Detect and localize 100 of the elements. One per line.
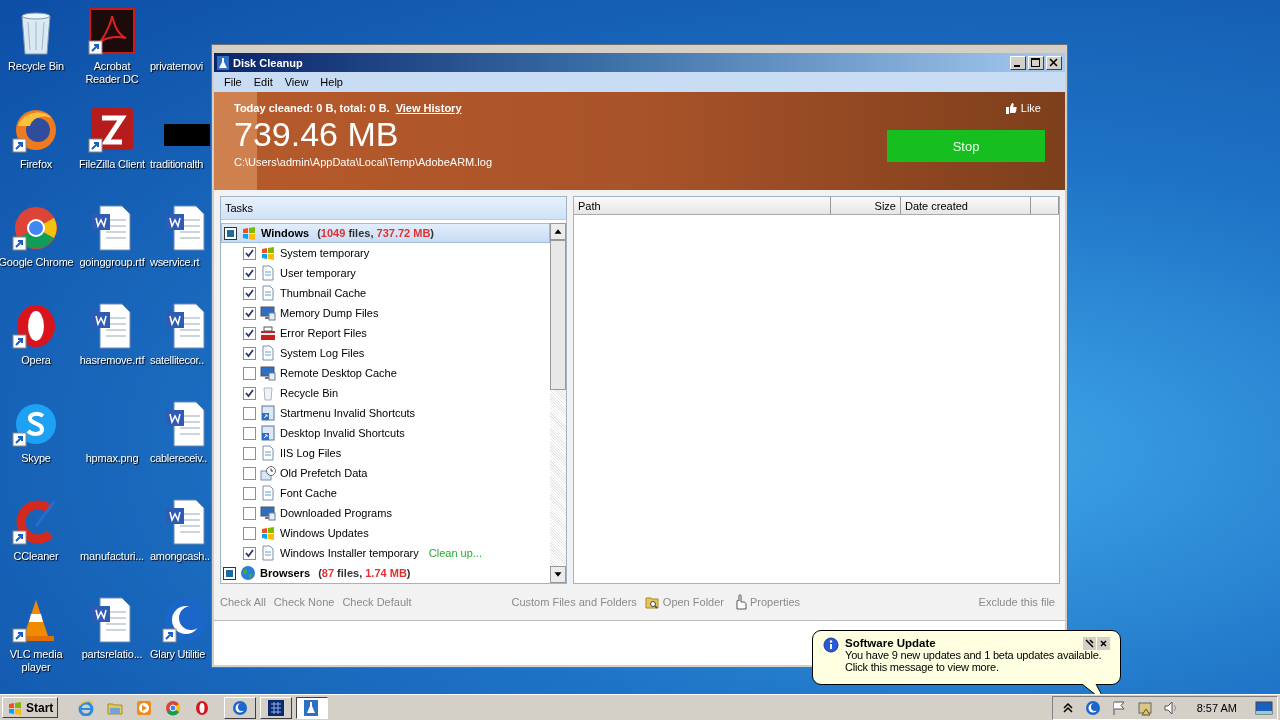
icon-label: Firefox [19,158,53,171]
checkbox[interactable] [243,486,256,500]
close-button[interactable] [1046,55,1062,70]
icon-label: Acrobat Reader DC [84,60,140,86]
like-button[interactable]: Like [1004,102,1045,114]
task-label[interactable]: IIS Log Files [280,447,342,459]
show-desktop-button[interactable] [1255,700,1273,715]
checkbox[interactable] [243,286,256,300]
network-icon[interactable] [1136,699,1153,716]
checkbox[interactable] [243,266,256,280]
checkbox[interactable] [243,466,256,480]
column-header[interactable]: Size [831,197,901,214]
column-header[interactable]: Path [574,197,831,214]
glary-icon[interactable] [162,596,210,644]
scroll-up-button[interactable] [550,223,566,240]
minimize-button[interactable] [1010,55,1026,70]
task-label[interactable]: Windows Updates [280,527,369,539]
task-label[interactable]: System temporary [280,247,370,259]
icon-label: VLC media player [8,648,64,674]
file-icon [260,485,276,501]
checkbox[interactable] [243,366,256,380]
scroll-down-button[interactable] [550,566,566,583]
task-label[interactable]: Desktop Invalid Shortcuts [280,427,405,439]
checkbox[interactable] [243,386,256,400]
task-label[interactable]: Old Prefetch Data [280,467,368,479]
start-button[interactable]: Start [2,697,59,718]
info-icon [823,637,839,653]
task-label[interactable]: Font Cache [280,487,337,499]
view-history-link[interactable]: View History [395,102,462,114]
acrobat-icon[interactable] [88,8,136,56]
icon-label: hpmax.png [85,452,139,465]
menu-item[interactable]: View [278,76,315,88]
icon-label: cablereceiv.. [150,452,208,465]
checkbox[interactable] [243,446,256,460]
checkbox[interactable] [243,326,256,340]
pin-button[interactable] [1083,637,1096,650]
chrome-icon[interactable] [165,699,182,716]
task-label[interactable]: Recycle Bin [280,387,339,399]
filezilla-icon[interactable] [88,106,136,154]
task-label[interactable]: Remote Desktop Cache [280,367,397,379]
balloon-title: Software Update [845,637,936,649]
checkbox[interactable] [243,346,256,360]
checkbox[interactable] [243,546,256,560]
task-label[interactable]: Windows Installer temporary [280,547,419,559]
flask-icon [217,55,229,70]
checkbox[interactable] [243,306,256,320]
task-group-row[interactable]: Browsers (87 files, 1.74 MB) [221,563,550,583]
checkbox[interactable] [224,226,237,240]
notification-balloon[interactable]: Software Update You have 9 new updates and 1 beta updates available. Click this message to view more. [812,630,1121,685]
thumbs-up-icon [1004,102,1017,114]
speaker-icon[interactable] [1162,699,1179,716]
glary-icon[interactable] [1084,699,1101,716]
task-label[interactable]: Downloaded Programs [280,507,392,519]
task-label[interactable]: Thumbnail Cache [280,287,367,299]
monitor-icon [260,505,276,521]
taskbar-button[interactable] [296,696,329,719]
checkbox[interactable] [243,426,256,440]
maximize-button[interactable] [1028,55,1044,70]
checkbox[interactable] [243,526,256,540]
grid-icon [268,699,285,716]
windows-logo-icon [260,245,276,261]
icon-label: partsrelatio... [81,648,143,661]
group-summary: (87 files, 1.74 MB) [318,567,411,579]
flag-icon[interactable] [1110,699,1127,716]
windows-logo-icon [241,225,257,241]
menu-item[interactable]: Help [314,76,349,88]
menu-item[interactable]: Edit [247,76,279,88]
group-name: Browsers [260,567,311,579]
checkbox[interactable] [243,506,256,520]
task-group-row[interactable]: Windows (1049 files, 737.72 MB) [221,223,550,243]
clock[interactable]: 8:57 AM [1196,701,1237,714]
menu-item[interactable]: File [218,76,248,88]
folder-search-icon [644,594,660,610]
toolbox-icon [260,325,276,341]
task-label[interactable]: Startmenu Invalid Shortcuts [280,407,416,419]
checkbox[interactable] [243,406,256,420]
clock-icon [260,465,276,481]
close-button[interactable] [1097,637,1110,650]
balloon-message: You have 9 new updates and 1 beta updates available. [845,649,1102,661]
scrollbar-thumb[interactable] [550,240,566,390]
file-icon [260,445,276,461]
group-summary: (1049 files, 737.72 MB) [317,227,434,239]
icon-label: Skype [21,452,51,465]
windows-logo-icon [6,699,24,716]
chrome-icon[interactable] [12,204,60,252]
balloon-message: Click this message to view more. [845,661,999,673]
column-header[interactable]: Date created [901,197,1031,214]
file-icon [260,545,276,561]
checkbox[interactable] [223,566,236,580]
opera-icon[interactable] [194,699,211,716]
task-label[interactable]: Error Report Files [280,327,367,339]
checkbox[interactable] [243,246,256,260]
shortcut-icon [260,425,276,441]
monitor-icon [260,305,276,321]
task-label[interactable]: Memory Dump Files [280,307,379,319]
icon-label: satellitecor.. [150,354,204,367]
task-label[interactable]: User temporary [280,267,356,279]
file-icon [260,345,276,361]
task-label[interactable]: System Log Files [280,347,365,359]
icon-label: Glary Utilitie [150,648,206,661]
